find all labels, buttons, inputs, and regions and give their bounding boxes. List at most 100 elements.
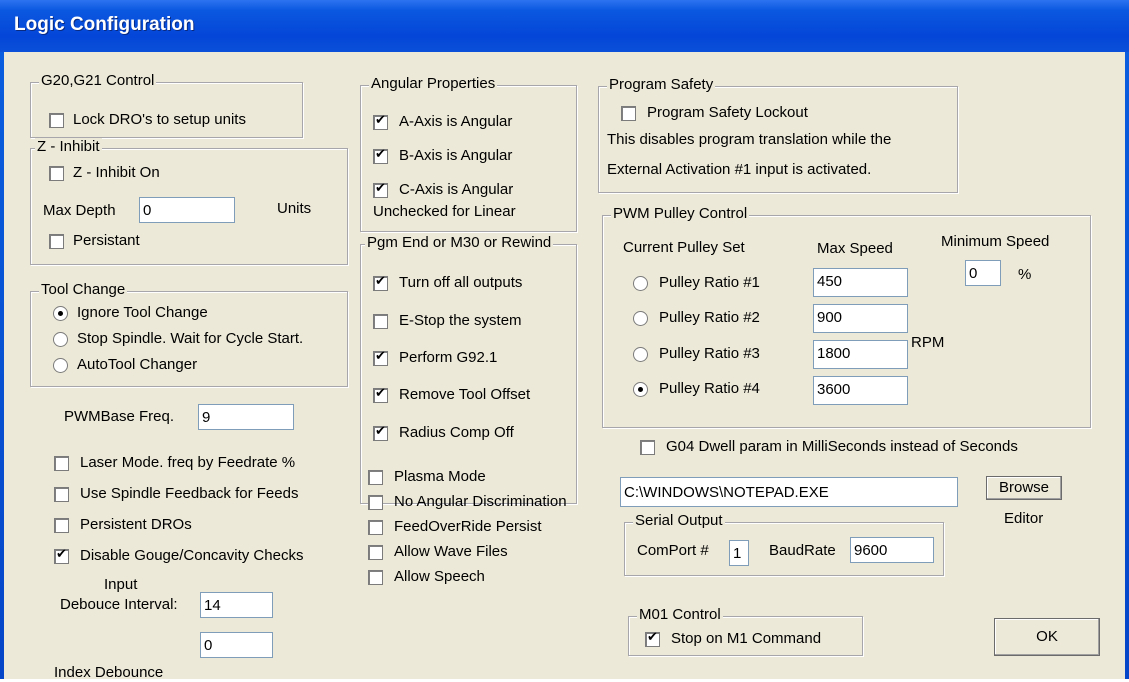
group-pwm-pulley: PWM Pulley Control Current Pulley Set Ma… [602,205,1091,428]
feedoverride-persist-checkbox[interactable] [368,520,383,535]
unchecked-linear-note: Unchecked for Linear [373,203,516,220]
estop-system-label: E-Stop the system [399,312,522,329]
disable-gouge-checkbox[interactable] [54,547,69,564]
tool-change-radio-0[interactable] [53,306,68,321]
program-safety-lockout-checkbox[interactable] [621,106,636,121]
editor-label: Editor [1004,510,1044,527]
min-speed-input[interactable]: 0 [965,260,1001,286]
baudrate-input[interactable]: 9600 [850,537,934,563]
group-pwm-pulley-label: PWM Pulley Control [611,205,750,223]
pulley-ratio-3-label: Pulley Ratio #3 [659,345,760,362]
spindle-feedback-label: Use Spindle Feedback for Feeds [80,485,299,502]
allow-speech-checkbox[interactable] [368,570,383,585]
max-speed-label: Max Speed [817,240,893,257]
pulley-ratio-3-radio[interactable] [633,347,648,362]
g04-dwell-checkbox[interactable] [640,440,655,455]
comport-input[interactable]: 1 [729,540,749,566]
lock-dro-checkbox[interactable] [49,113,64,128]
stop-on-m1-checkbox[interactable] [645,630,660,647]
turn-off-outputs-checkbox[interactable] [373,274,388,291]
persistant-checkbox[interactable] [49,234,64,249]
a-axis-angular-checkbox[interactable] [373,113,388,130]
input-debounce-label-1: Input [104,576,138,593]
pulley-ratio-4-label: Pulley Ratio #4 [659,380,760,397]
allow-wave-files-checkbox[interactable] [368,545,383,560]
pulley-ratio-3-max-speed[interactable]: 1800 [813,340,908,369]
no-angular-discrimination-checkbox[interactable] [368,495,383,510]
baudrate-label: BaudRate [769,542,836,559]
remove-tool-offset-label: Remove Tool Offset [399,386,531,403]
pulley-ratio-4-max-speed[interactable]: 3600 [813,376,908,405]
no-angular-discrimination-label: No Angular Discrimination [394,493,567,510]
group-g20-g21: G20,G21 Control Lock DRO's to setup unit… [30,72,303,138]
group-serial-output: Serial Output ComPort # 1 BaudRate 9600 [624,512,944,576]
tool-change-option-1: Stop Spindle. Wait for Cycle Start. [77,330,304,347]
group-tool-change-label: Tool Change [39,281,128,299]
tool-change-option-0: Ignore Tool Change [77,304,208,321]
min-speed-label: Minimum Speed [941,233,1050,250]
persistent-dros-label: Persistent DROs [80,516,192,533]
feedoverride-persist-label: FeedOverRide Persist [394,518,542,535]
z-inhibit-on-checkbox[interactable] [49,166,64,181]
browse-button[interactable]: Browse [986,476,1062,500]
stop-on-m1-label: Stop on M1 Command [671,630,822,647]
c-axis-angular-label: C-Axis is Angular [399,181,514,198]
group-angular-properties: Angular Properties A-Axis is Angular B-A… [360,75,577,232]
group-m01-control-label: M01 Control [637,606,723,624]
group-pgm-end: Pgm End or M30 or Rewind Turn off all ou… [360,234,577,504]
rpm-label: RPM [911,334,945,351]
perform-g921-checkbox[interactable] [373,349,388,366]
index-debounce-label: Index Debounce [54,664,164,681]
program-safety-desc-1: This disables program translation while … [607,131,892,148]
tool-change-radio-1[interactable] [53,332,68,347]
z-inhibit-on-label: Z - Inhibit On [73,164,160,181]
estop-system-checkbox[interactable] [373,314,388,329]
plasma-mode-label: Plasma Mode [394,468,486,485]
allow-speech-label: Allow Speech [394,568,485,585]
c-axis-angular-checkbox[interactable] [373,181,388,198]
pwmbase-input[interactable]: 9 [198,404,294,430]
min-speed-percent: % [1018,266,1032,283]
index-debounce-input[interactable]: 0 [200,632,273,658]
pulley-ratio-1-max-speed[interactable]: 450 [813,268,908,297]
pulley-ratio-2-label: Pulley Ratio #2 [659,309,760,326]
allow-wave-files-label: Allow Wave Files [394,543,508,560]
group-g20-g21-label: G20,G21 Control [39,72,157,90]
persistent-dros-checkbox[interactable] [54,518,69,533]
input-debounce-label-2: Debouce Interval: [60,596,178,613]
max-depth-input[interactable]: 0 [139,197,235,223]
radius-comp-off-checkbox[interactable] [373,424,388,441]
remove-tool-offset-checkbox[interactable] [373,386,388,403]
pulley-ratio-4-radio[interactable] [633,382,648,397]
pulley-ratio-2-max-speed[interactable]: 900 [813,304,908,333]
pulley-ratio-1-radio[interactable] [633,276,648,291]
ok-button[interactable]: OK [994,618,1100,656]
tool-change-option-2: AutoTool Changer [77,356,198,373]
title-bar[interactable]: Logic Configuration [0,0,1129,52]
group-program-safety-label: Program Safety [607,76,716,94]
dialog-client-area: G20,G21 Control Lock DRO's to setup unit… [4,52,1125,681]
group-z-inhibit: Z - Inhibit Z - Inhibit On Max Depth 0 U… [30,138,348,265]
b-axis-angular-label: B-Axis is Angular [399,147,513,164]
lock-dro-label: Lock DRO's to setup units [73,111,246,128]
comport-label: ComPort # [637,542,709,559]
input-debounce-input[interactable]: 14 [200,592,273,618]
spindle-feedback-checkbox[interactable] [54,487,69,502]
program-safety-lockout-label: Program Safety Lockout [647,104,808,121]
a-axis-angular-label: A-Axis is Angular [399,113,513,130]
max-depth-units: Units [277,200,312,217]
laser-mode-checkbox[interactable] [54,456,69,471]
turn-off-outputs-label: Turn off all outputs [399,274,523,291]
pulley-ratio-2-radio[interactable] [633,311,648,326]
perform-g921-label: Perform G92.1 [399,349,498,366]
b-axis-angular-checkbox[interactable] [373,147,388,164]
editor-path-input[interactable]: C:\WINDOWS\NOTEPAD.EXE [620,477,958,507]
tool-change-radio-2[interactable] [53,358,68,373]
group-pgm-end-label: Pgm End or M30 or Rewind [365,234,554,252]
group-serial-output-label: Serial Output [633,512,725,530]
window-title: Logic Configuration [14,14,195,35]
pulley-ratio-1-label: Pulley Ratio #1 [659,274,760,291]
persistant-label: Persistant [73,232,140,249]
max-depth-label: Max Depth [43,202,116,219]
plasma-mode-checkbox[interactable] [368,470,383,485]
